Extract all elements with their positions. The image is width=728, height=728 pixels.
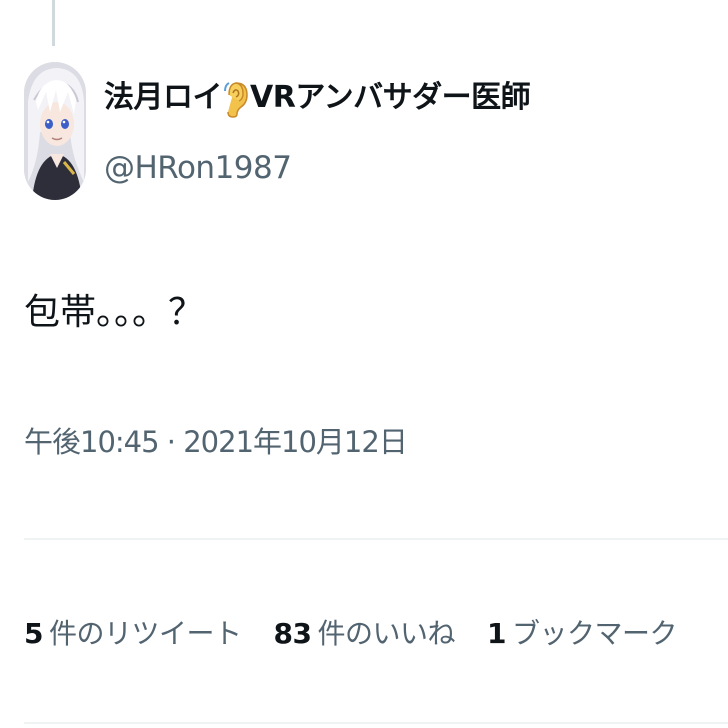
tweet-text: 包帯。。。？ [24,292,205,333]
retweet-count-label: 件のリツイート [48,617,242,650]
divider [24,722,728,724]
like-count-label: 件のいいね [317,617,455,650]
author-name-prefix: 法月ロイ [104,80,223,115]
like-count[interactable]: 83 件のいいね [273,612,456,656]
thread-connector-line [52,0,55,46]
bookmark-count-value: 1 [486,617,506,650]
divider [24,538,728,540]
like-count-value: 83 [273,617,312,650]
bookmark-count[interactable]: 1 ブックマーク [486,612,678,656]
avatar[interactable] [24,62,86,200]
author-name-suffix: VRアンバサダー医師 [250,80,531,115]
author-display-name[interactable]: 法月ロイ VRアンバサダー医師 [104,76,531,120]
tweet-stats: 5 件のリツイート 83 件のいいね 1 ブックマーク [24,612,709,656]
avatar-illustration [24,62,86,200]
retweet-count[interactable]: 5 件のリツイート [24,612,242,656]
ear-icon [223,79,249,119]
author-handle[interactable]: @HRon1987 [104,146,292,190]
bookmark-count-label: ブックマーク [511,617,678,650]
retweet-count-value: 5 [24,617,43,650]
tweet-timestamp[interactable]: 午後10:45 · 2021年10月12日 [24,420,408,464]
